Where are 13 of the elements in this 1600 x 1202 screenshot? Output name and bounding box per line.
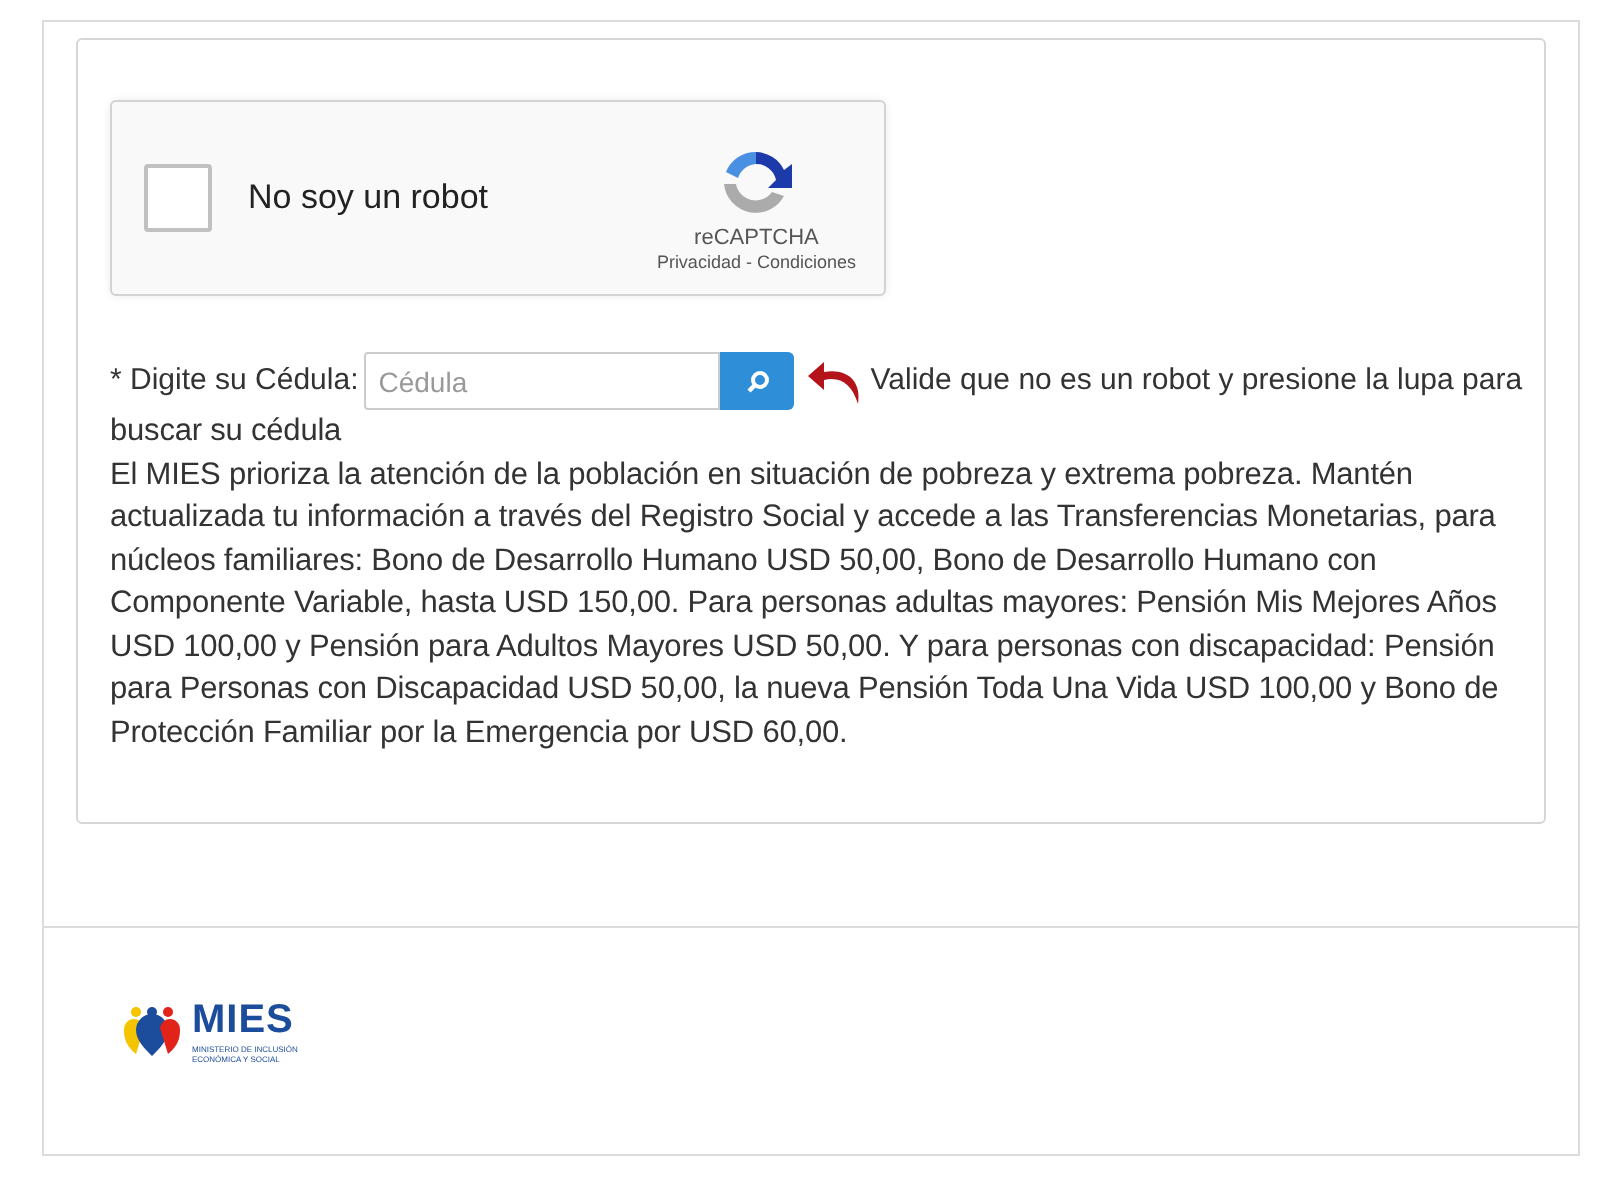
captcha-checkbox[interactable] <box>144 164 212 232</box>
recaptcha-brand: reCAPTCHA <box>694 226 819 250</box>
privacy-terms-links[interactable]: Privacidad - Condiciones <box>656 252 856 272</box>
info-paragraph: El MIES prioriza la atención de la población en situación de pobreza y extrema pobreza. Mantén actualizada tu información a través del Registro Social y accede a las Transferencias Monetarias, para núcleos familiares: Bono de Desarrollo Humano USD 50,00, Bono de Desarrollo Humano con Componente Variable, hasta USD 150,00. Para personas adultas mayores: Pensión Mis Mejores Años USD 100,00 y Pensión para Adultos Mayores USD 50,00. Y para personas con discapacidad: Pensión para Personas con Discapacidad USD 50,00, la nueva Pensión Toda Una Vida USD 100,00 y Bono de Protección Familiar por la Emergencia por USD 60,00. <box>110 455 1501 753</box>
captcha-label: No soy un robot <box>248 178 491 218</box>
cedula-label: * Digite su Cédula: <box>110 362 359 397</box>
search-icon <box>745 369 770 393</box>
search-hint-continued: buscar su cédula <box>110 412 344 452</box>
hearts-logo-icon <box>120 1006 184 1058</box>
search-hint: Valide que no es un robot y presione la lupa para <box>870 362 1523 397</box>
search-button[interactable] <box>720 352 795 410</box>
cedula-field[interactable]: Cédula <box>364 352 721 410</box>
logo-name: MIES <box>192 1000 296 1040</box>
